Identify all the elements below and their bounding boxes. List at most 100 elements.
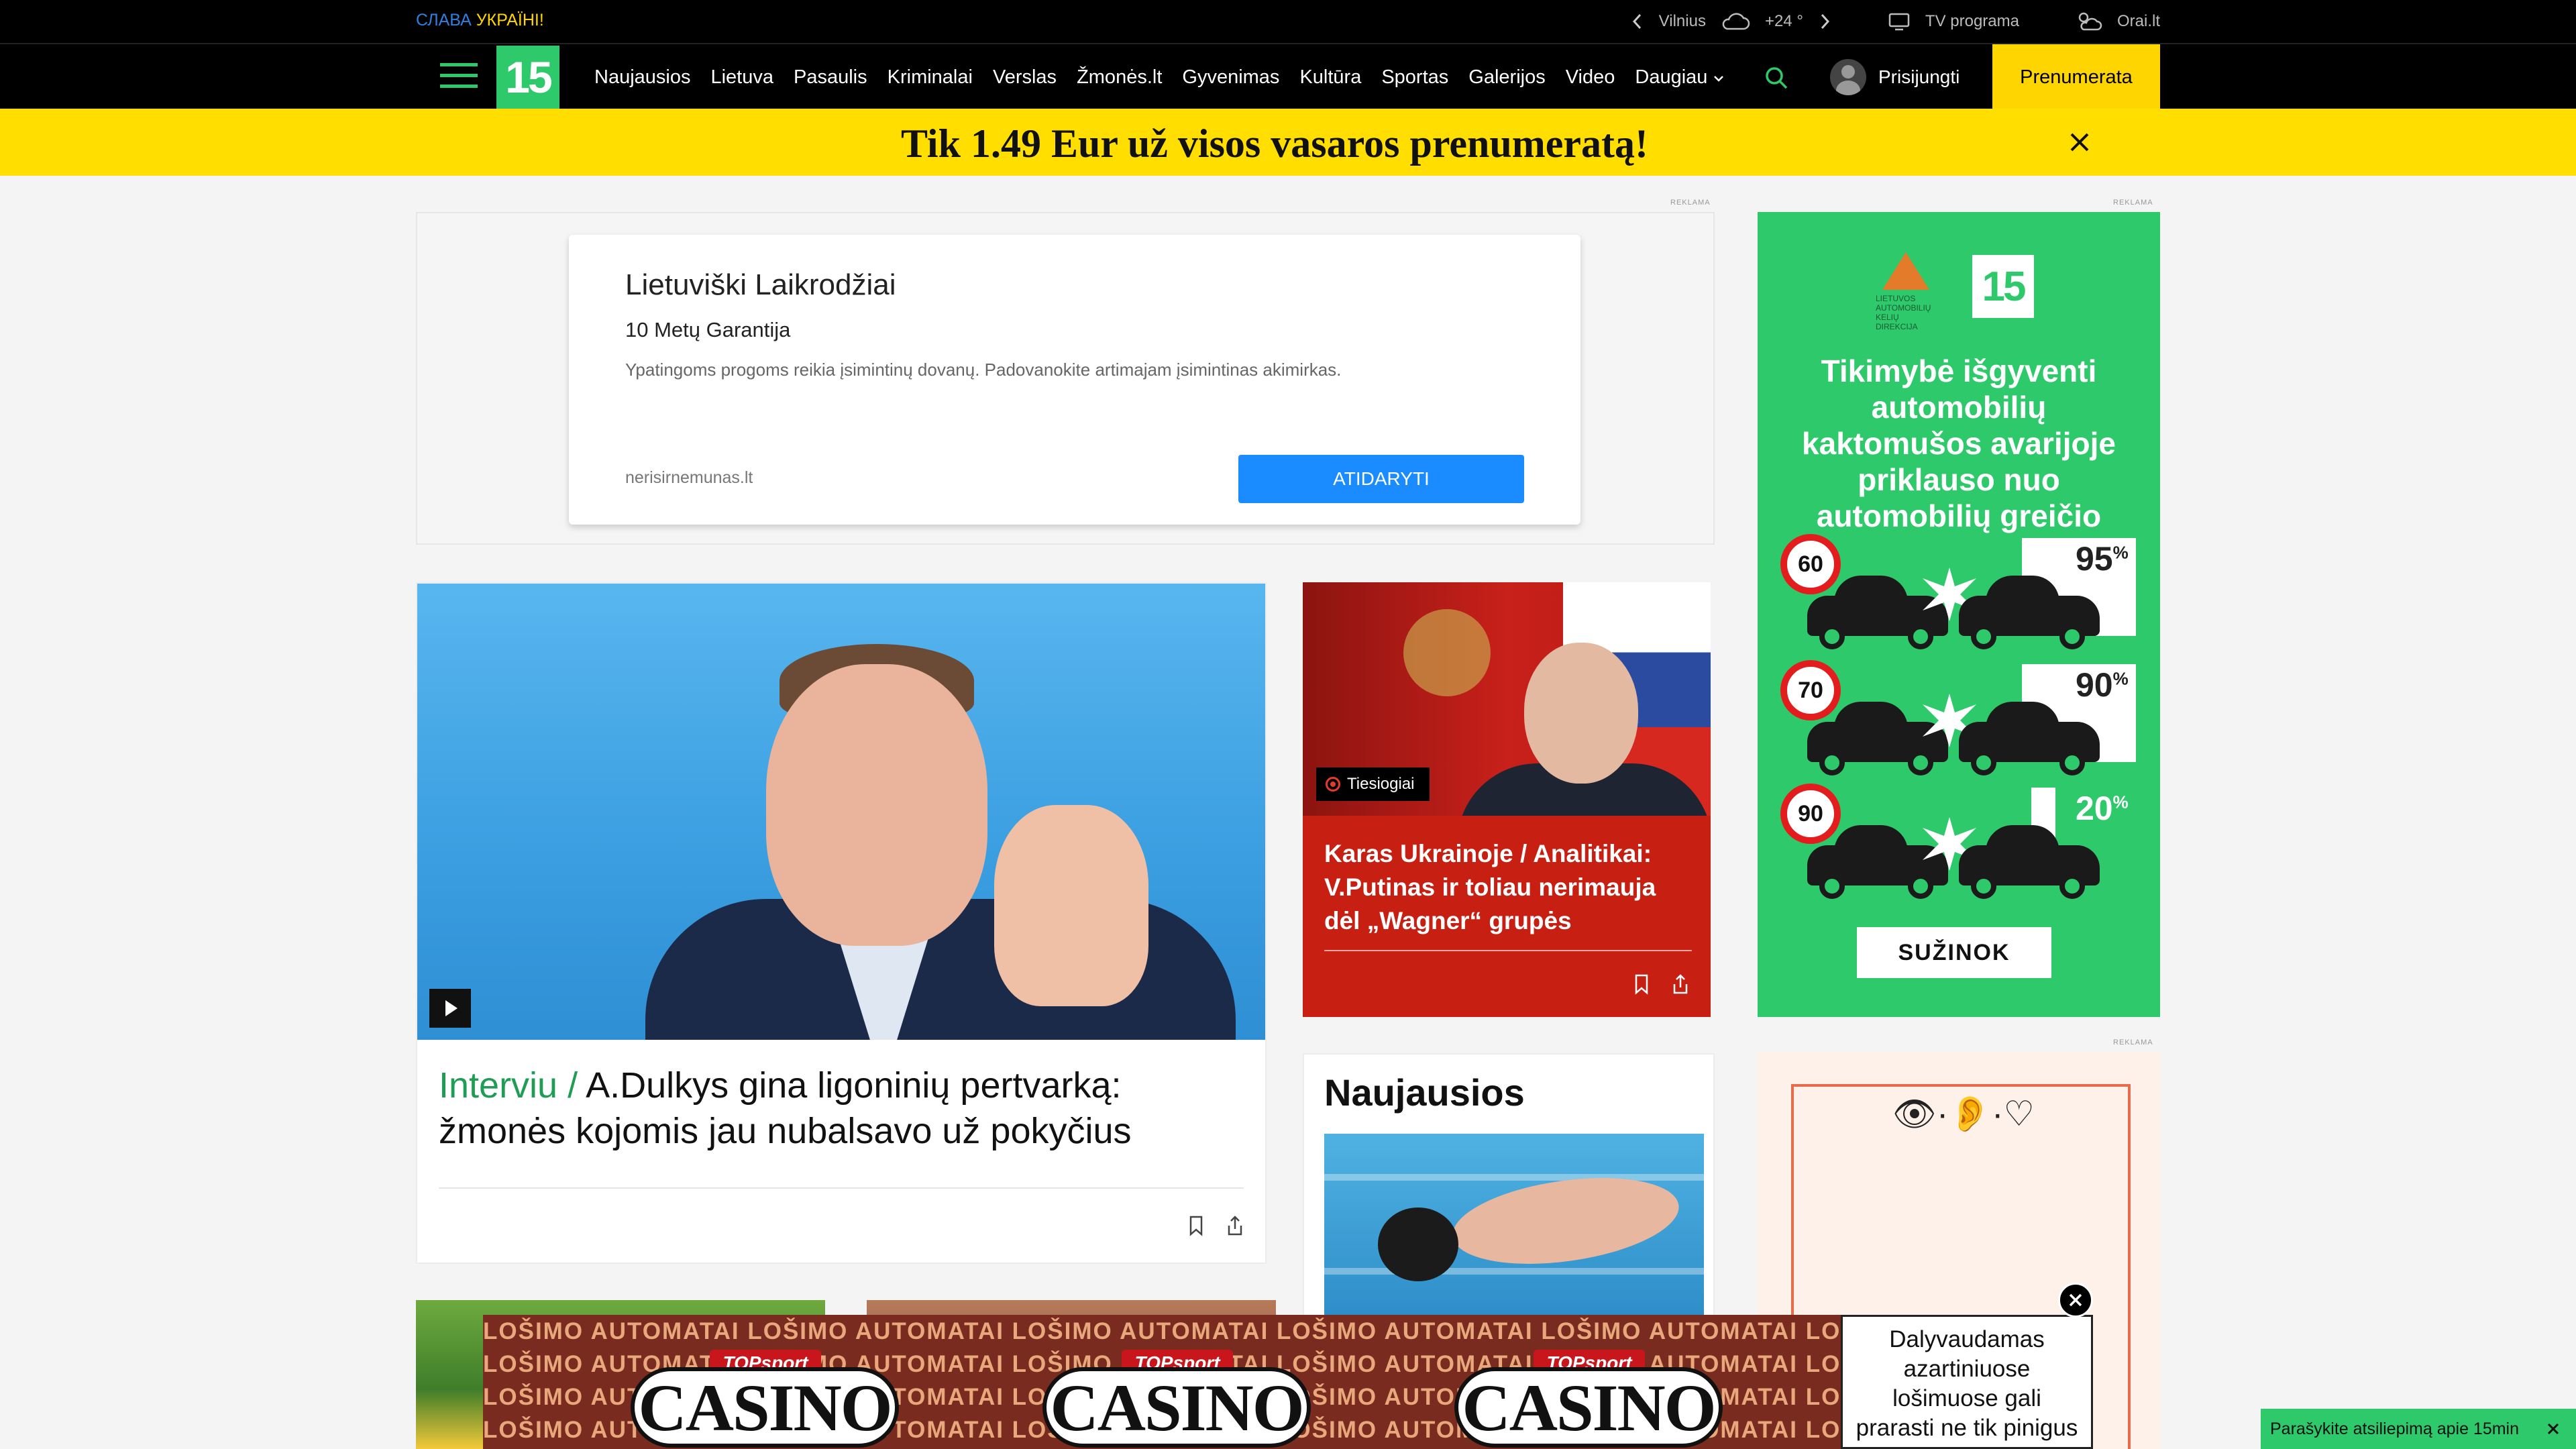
casino-logo: TOPsport CASINO (1454, 1350, 1723, 1449)
nav-item-kultura[interactable]: Kultūra (1299, 66, 1361, 89)
tv-program-link[interactable]: TV programa (1925, 12, 2019, 31)
survival-percent-value: 90 (2076, 666, 2113, 704)
live-article-card[interactable]: Tiesiogiai Karas Ukrainoje / Analitikai:… (1303, 582, 1711, 1017)
tv-icon (1888, 13, 1910, 31)
orai-link[interactable]: Orai.lt (2117, 12, 2160, 31)
weather-next-icon[interactable] (1818, 11, 1831, 32)
weather-city[interactable]: Vilnius (1659, 12, 1706, 31)
ad-label: REKLAMA (1670, 199, 1711, 207)
hamburger-menu-icon[interactable] (440, 63, 478, 90)
survival-percent-value: 95 (2076, 540, 2113, 578)
close-icon[interactable] (2066, 129, 2093, 156)
nav-item-video[interactable]: Video (1566, 66, 1615, 89)
sun-cloud-icon (2078, 12, 2102, 31)
live-article-image[interactable]: Tiesiogiai (1303, 582, 1711, 816)
survival-percent-value: 20 (2076, 790, 2113, 827)
main-article-image[interactable] (417, 584, 1265, 1040)
ad-container: Lietuviški Laikrodžiai 10 Metų Garantija… (416, 212, 1715, 545)
ad-subtitle: 10 Metų Garantija (625, 318, 791, 341)
casino-stripe-text: LOŠIMO AUTOMATAI LOŠIMO AUTOMATAI LOŠIMO… (483, 1318, 1841, 1344)
casino-logo: TOPsport CASINO (631, 1350, 899, 1449)
live-badge-label: Tiesiogiai (1347, 775, 1415, 793)
speed-row: 70 90% (1780, 660, 2143, 775)
subscribe-button[interactable]: Prenumerata (1992, 44, 2160, 110)
ad-label: REKLAMA (2113, 1038, 2153, 1046)
promo-banner[interactable]: Tik 1.49 Eur už visos vasaros prenumerat… (0, 109, 2576, 176)
login-button[interactable]: Prisijungti (1830, 59, 1960, 95)
live-badge: Tiesiogiai (1316, 767, 1430, 801)
bookmark-icon[interactable] (1186, 1214, 1206, 1237)
main-article-title[interactable]: Interviu / A.Dulkys gina ligoninių pertv… (439, 1063, 1244, 1154)
nav-item-pasaulis[interactable]: Pasaulis (794, 66, 867, 89)
ad-description: Ypatingoms progoms reikia įsimintinų dov… (625, 360, 1342, 380)
ad-card[interactable]: Lietuviški Laikrodžiai 10 Metų Garantija… (569, 235, 1580, 525)
eye-ear-heart-icons: 👁·👂·♡ (1892, 1095, 2035, 1134)
casino-logo: TOPsport CASINO (1042, 1350, 1311, 1449)
ad-title: Lietuviški Laikrodžiai (625, 268, 896, 301)
percent-sign: % (2112, 542, 2129, 563)
survival-percent: 95% (2076, 539, 2129, 578)
nav-item-naujausios[interactable]: Naujausios (594, 66, 690, 89)
live-article-title[interactable]: Karas Ukrainoje / Analitikai: V.Putinas … (1324, 837, 1693, 938)
nav-item-daugiau[interactable]: Daugiau (1635, 66, 1725, 89)
weather-temp: +24 ° (1764, 12, 1803, 30)
nav-menu: Naujausios Lietuva Pasaulis Kriminalai V… (594, 44, 1745, 110)
lakd-logo: LIETUVOS AUTOMOBILIŲ KELIŲ DIREKCIJA (1876, 252, 1936, 331)
road-safety-headline: Tikimybė išgyventi automobilių kaktomušo… (1802, 354, 2116, 533)
main-navigation: 15 Naujausios Lietuva Pasaulis Kriminala… (0, 43, 2576, 110)
share-icon[interactable] (1225, 1214, 1245, 1237)
latest-news-image[interactable] (1324, 1134, 1704, 1335)
divider (439, 1187, 1244, 1189)
speed-limit-sign: 60 (1780, 534, 1841, 594)
learn-more-button[interactable]: SUŽINOK (1857, 927, 2051, 978)
percent-sign: % (2112, 668, 2129, 689)
divider (1324, 950, 1692, 951)
lakd-org-name: LIETUVOS AUTOMOBILIŲ KELIŲ DIREKCIJA (1876, 294, 1931, 331)
main-article-card[interactable]: Interviu / A.Dulkys gina ligoninių pertv… (416, 582, 1267, 1264)
share-icon[interactable] (1670, 973, 1690, 996)
nav-item-verslas[interactable]: Verslas (993, 66, 1057, 89)
slava-ukraini[interactable]: СЛАВА УКРАЇНІ! (416, 11, 544, 30)
close-icon[interactable] (2544, 1419, 2563, 1438)
speed-limit-sign: 70 (1780, 660, 1841, 720)
casino-word: CASINO (1454, 1367, 1723, 1448)
site-logo[interactable]: 15 (496, 46, 559, 109)
casino-ad-banner[interactable]: LOŠIMO AUTOMATAI LOŠIMO AUTOMATAI LOŠIMO… (483, 1315, 1841, 1449)
casino-word: CASINO (1042, 1367, 1311, 1448)
speed-row: 90 20% (1780, 784, 2143, 899)
latest-news-title[interactable]: Naujausios (1324, 1071, 1525, 1114)
login-label: Prisijungti (1878, 66, 1960, 87)
top-bar: СЛАВА УКРАЇНІ! Vilnius +24 ° TV programa… (0, 0, 2576, 43)
speed-row: 60 95% (1780, 534, 2143, 649)
ad-15-logo: 15 (1972, 255, 2034, 318)
road-safety-ad[interactable]: LIETUVOS AUTOMOBILIŲ KELIŲ DIREKCIJA 15 … (1758, 212, 2160, 1017)
live-dot-icon (1326, 777, 1340, 792)
nav-item-daugiau-label: Daugiau (1635, 66, 1708, 88)
casino-word: CASINO (631, 1367, 899, 1448)
weather-prev-icon[interactable] (1631, 11, 1644, 32)
slava-blue: СЛАВА (416, 11, 472, 30)
ad-domain: nerisirnemunas.lt (625, 468, 753, 487)
promo-text: Tik 1.49 Eur už visos vasaros prenumerat… (900, 121, 1648, 166)
user-avatar-icon (1830, 59, 1866, 95)
nav-item-lietuva[interactable]: Lietuva (710, 66, 773, 89)
percent-sign: % (2112, 792, 2129, 812)
ad-open-button[interactable]: ATIDARYTI (1238, 455, 1524, 503)
slava-yellow: УКРАЇНІ! (476, 11, 544, 30)
nav-item-kriminalai[interactable]: Kriminalai (888, 66, 973, 89)
nav-item-sportas[interactable]: Sportas (1381, 66, 1448, 89)
ad-label: REKLAMA (2113, 199, 2153, 207)
nav-item-galerijos[interactable]: Galerijos (1468, 66, 1545, 89)
bookmark-icon[interactable] (1631, 973, 1652, 996)
search-icon[interactable] (1763, 64, 1790, 91)
nav-item-zmones[interactable]: Žmonės.lt (1077, 66, 1162, 89)
survival-percent: 20% (2076, 789, 2129, 828)
feedback-bar[interactable]: Parašykite atsiliepimą apie 15min (2261, 1409, 2576, 1449)
feedback-text: Parašykite atsiliepimą apie 15min (2270, 1419, 2520, 1438)
gambling-warning: Dalyvaudamas azartiniuose lošimuose gali… (1841, 1315, 2093, 1449)
close-icon[interactable] (2058, 1283, 2093, 1318)
play-icon[interactable] (429, 989, 471, 1028)
main-article-category: Interviu / (439, 1065, 578, 1106)
nav-item-gyvenimas[interactable]: Gyvenimas (1182, 66, 1279, 89)
survival-percent: 90% (2076, 665, 2129, 704)
